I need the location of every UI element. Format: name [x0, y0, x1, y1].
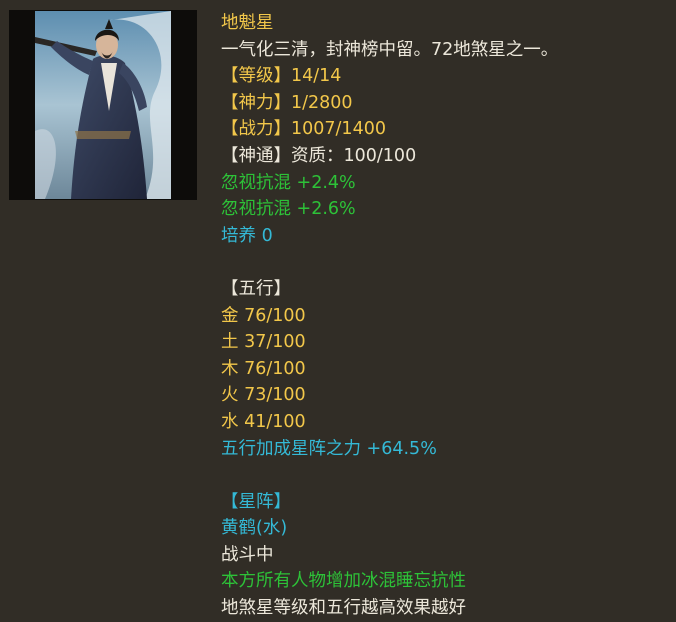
stat-divine-power-label: 【神力】: [221, 92, 291, 113]
stat-level-label: 【等级】: [221, 66, 291, 87]
element-fire: 火 73/100: [221, 385, 306, 406]
bonus-line: 忽视抗混 +2.6%: [221, 199, 356, 220]
portrait-frame: [9, 10, 197, 200]
card-description: 一气化三清，封神榜中留。72地煞星之一。: [221, 39, 559, 60]
stat-combat-power-value: 1007/1400: [291, 119, 386, 140]
stat-supernatural: 【神通】资质：100/100: [221, 143, 671, 170]
stat-combat-power: 【战力】1007/1400: [221, 116, 671, 143]
formation-header: 【星阵】: [221, 491, 291, 512]
five-elements-bonus: 五行加成星阵之力 +64.5%: [221, 438, 437, 459]
five-elements-header: 【五行】: [221, 278, 291, 299]
cultivation-line: 培养 0: [221, 225, 273, 246]
stat-level: 【等级】14/14: [221, 63, 671, 90]
stat-combat-power-label: 【战力】: [221, 119, 291, 140]
formation-effect: 本方所有人物增加冰混睡忘抗性: [221, 571, 466, 592]
tooltip-panel: 地魁星 一气化三清，封神榜中留。72地煞星之一。 【等级】14/14 【神力】1…: [221, 10, 671, 622]
card-name: 地魁星: [221, 13, 274, 33]
formation-name: 黄鹤(水): [221, 518, 288, 539]
element-earth: 土 37/100: [221, 332, 306, 353]
formation-note: 地煞星等级和五行越高效果越好: [221, 598, 466, 619]
stat-divine-power: 【神力】1/2800: [221, 90, 671, 117]
element-metal: 金 76/100: [221, 305, 306, 326]
element-water: 水 41/100: [221, 411, 306, 432]
formation-status: 战斗中: [221, 544, 274, 565]
character-portrait: [35, 11, 171, 199]
stat-supernatural-label: 【神通】: [221, 145, 291, 166]
stat-supernatural-value: 资质：100/100: [291, 145, 417, 166]
element-wood: 木 76/100: [221, 358, 306, 379]
bonus-line: 忽视抗混 +2.4%: [221, 172, 356, 193]
stat-divine-power-value: 1/2800: [291, 92, 353, 113]
stat-level-value: 14/14: [291, 66, 342, 87]
